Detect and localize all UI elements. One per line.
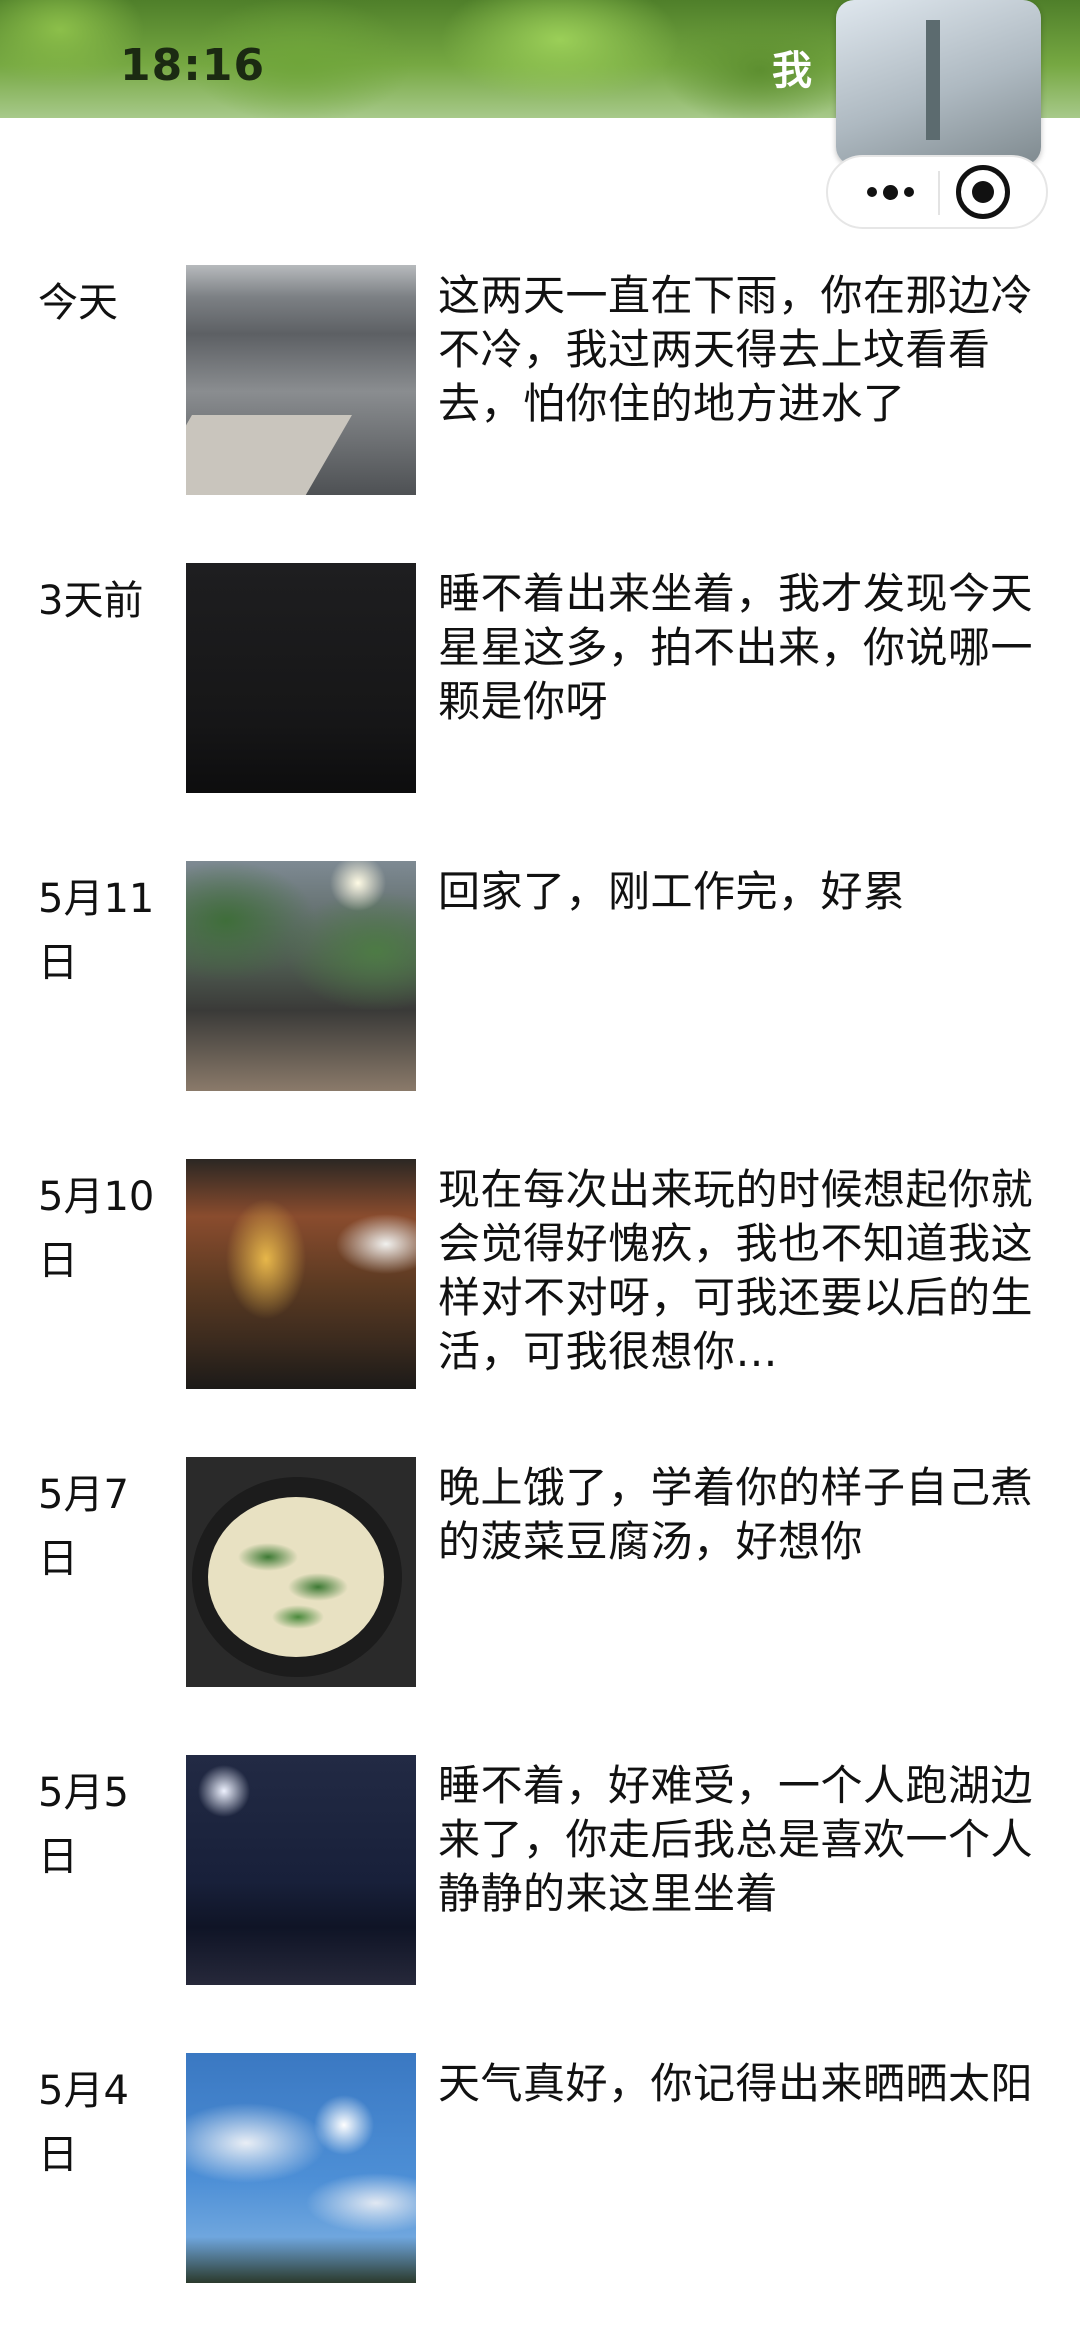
list-item[interactable]: 5月7日 晚上饿了，学着你的样子自己煮的菠菜豆腐汤，好想你 [0, 1457, 1080, 1755]
street-at-night-photo[interactable] [186, 861, 416, 1091]
capsule-divider [938, 171, 940, 215]
entry-date: 5月10日 [38, 1174, 155, 1284]
entry-date: 5月7日 [38, 1472, 129, 1582]
spinach-tofu-soup-photo[interactable] [186, 1457, 416, 1687]
mini-program-capsule [826, 155, 1048, 229]
entry-text: 睡不着，好难受，一个人跑湖边来了，你走后我总是喜欢一个人静静的来这里坐着 [438, 1761, 1034, 1918]
night-sky-photo[interactable] [186, 563, 416, 793]
entry-date: 5月11日 [38, 876, 155, 986]
list-item[interactable]: 5月4日 天气真好，你记得出来晒晒太阳 [0, 2053, 1080, 2351]
picture-in-picture-window[interactable] [836, 0, 1041, 165]
moments-feed: 今天 这两天一直在下雨，你在那边冷不冷，我过两天得去上坟看看去，怕你住的地方进水… [0, 265, 1080, 2351]
entry-date: 5月5日 [38, 1770, 129, 1880]
entry-text: 现在每次出来玩的时候想起你就会觉得好愧疚，我也不知道我这样对不对呀，可我还要以后… [438, 1165, 1034, 1376]
sunny-sky-photo[interactable] [186, 2053, 416, 2283]
list-item[interactable]: 今天 这两天一直在下雨，你在那边冷不冷，我过两天得去上坟看看去，怕你住的地方进水… [0, 265, 1080, 563]
status-time: 18:16 [120, 40, 266, 91]
lakeside-night-photo[interactable] [186, 1755, 416, 1985]
entry-text: 天气真好，你记得出来晒晒太阳 [438, 2059, 1034, 2108]
entry-date: 今天 [38, 280, 118, 326]
entry-date: 5月4日 [38, 2068, 129, 2178]
list-item[interactable]: 3天前 睡不着出来坐着，我才发现今天星星这多，拍不出来，你说哪一颗是你呀 [0, 563, 1080, 861]
rainy-street-photo[interactable] [186, 265, 416, 495]
entry-text: 睡不着出来坐着，我才发现今天星星这多，拍不出来，你说哪一颗是你呀 [438, 569, 1034, 726]
target-close-icon[interactable] [956, 165, 1010, 219]
entry-date: 3天前 [38, 578, 144, 624]
entry-text: 回家了，刚工作完，好累 [438, 867, 906, 916]
status-carrier: 我 [772, 48, 812, 94]
list-item[interactable]: 5月11日 回家了，刚工作完，好累 [0, 861, 1080, 1159]
dinner-table-photo[interactable] [186, 1159, 416, 1389]
list-item[interactable]: 5月10日 现在每次出来玩的时候想起你就会觉得好愧疚，我也不知道我这样对不对呀，… [0, 1159, 1080, 1457]
list-item[interactable]: 5月5日 睡不着，好难受，一个人跑湖边来了，你走后我总是喜欢一个人静静的来这里坐… [0, 1755, 1080, 2053]
entry-text: 晚上饿了，学着你的样子自己煮的菠菜豆腐汤，好想你 [438, 1463, 1034, 1566]
entry-text: 这两天一直在下雨，你在那边冷不冷，我过两天得去上坟看看去，怕你住的地方进水了 [438, 271, 1034, 428]
more-dots-icon[interactable] [846, 157, 934, 227]
